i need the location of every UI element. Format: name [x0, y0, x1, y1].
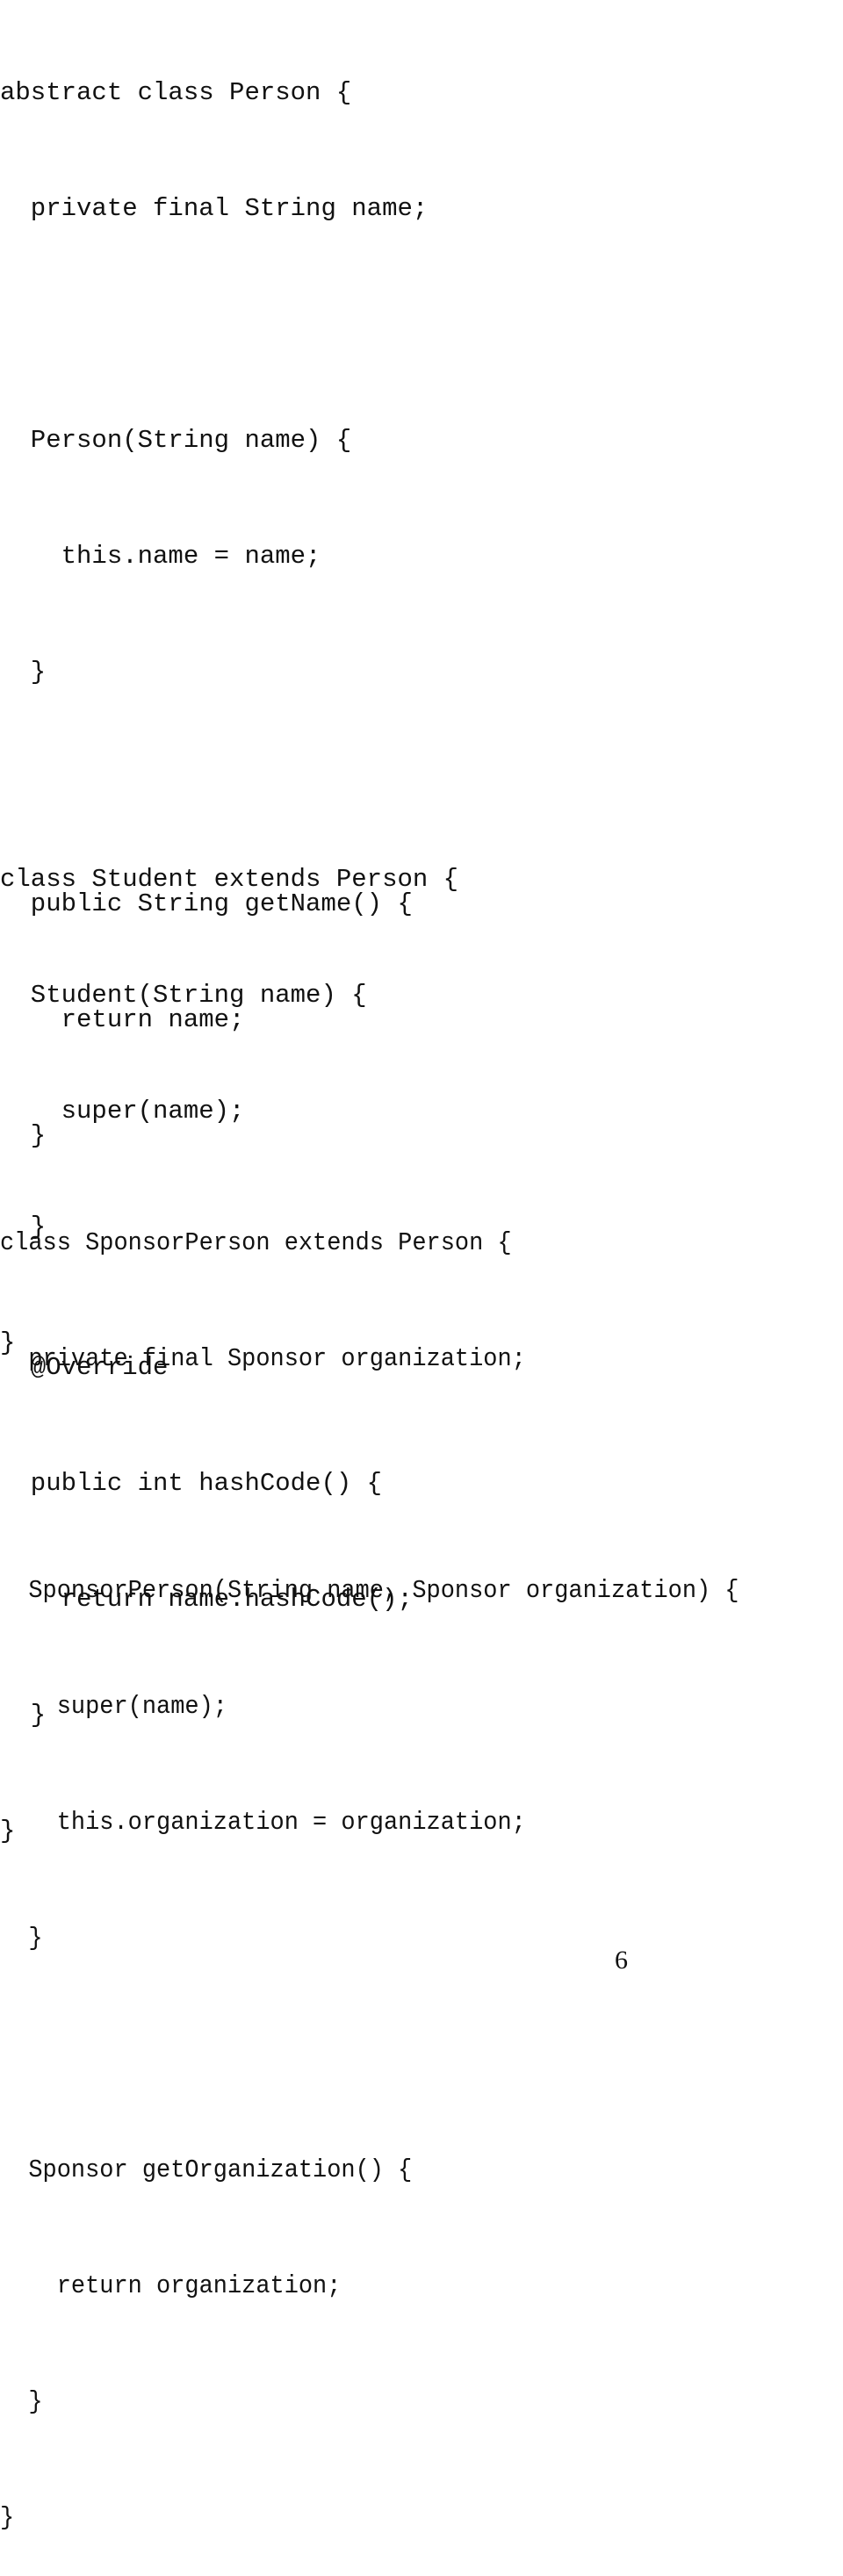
code-line: private final Sponsor organization; — [0, 1344, 526, 1373]
code-line: Student(String name) { — [0, 981, 367, 1010]
code-line: class SponsorPerson extends Person { — [0, 1228, 512, 1257]
code-line: class Student extends Person { — [0, 865, 459, 894]
page-number: 6 — [615, 1946, 628, 1975]
code-line: Sponsor getOrganization() { — [0, 2155, 413, 2184]
code-line: } — [0, 2387, 43, 2416]
code-line: super(name); — [0, 1692, 227, 1721]
code-line: private final String name; — [0, 194, 429, 223]
code-line: } — [0, 658, 47, 687]
code-line: super(name); — [0, 1097, 245, 1126]
code-line: this.organization = organization; — [0, 1808, 526, 1837]
code-line: SponsorPerson(String name, Sponsor organ… — [0, 1576, 739, 1605]
code-block-sponsorperson-class: class SponsorPerson extends Person { pri… — [0, 1147, 739, 2576]
code-line: abstract class Person { — [0, 78, 352, 107]
code-line: return organization; — [0, 2271, 342, 2300]
code-line: this.name = name; — [0, 542, 321, 571]
code-line: } — [0, 2503, 15, 2532]
code-line: } — [0, 1924, 43, 1953]
code-line: Person(String name) { — [0, 426, 352, 455]
